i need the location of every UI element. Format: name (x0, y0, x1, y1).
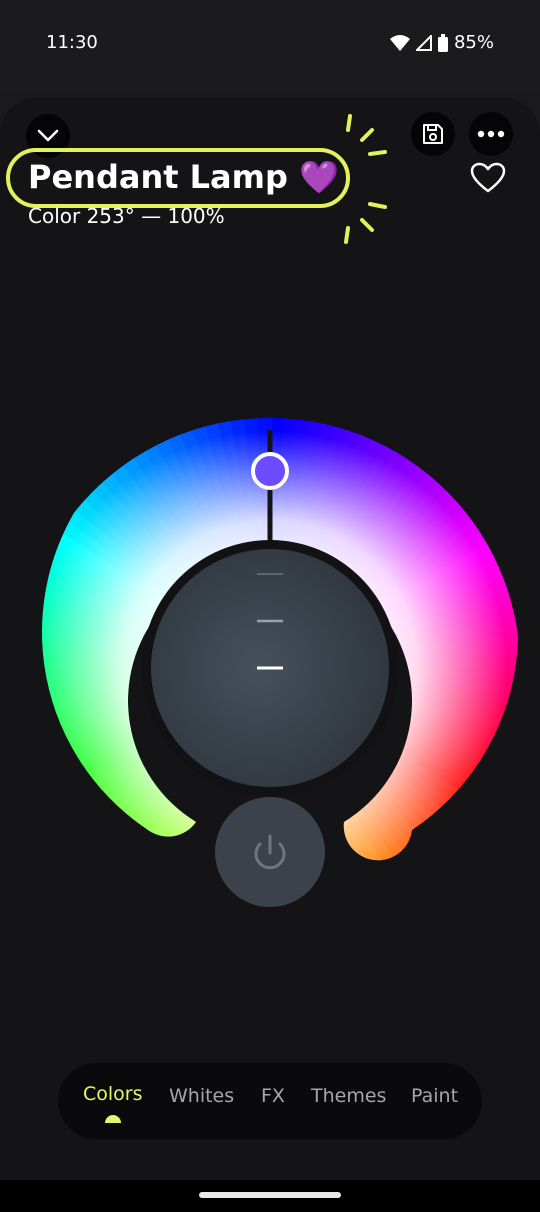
wifi-icon (389, 34, 410, 51)
heart-outline-icon (470, 162, 506, 193)
tab-colors[interactable]: Colors (83, 1083, 143, 1105)
status-time: 11:30 (46, 32, 98, 53)
tab-themes[interactable]: Themes (311, 1085, 386, 1107)
hue-selector-handle[interactable] (251, 452, 289, 490)
chevron-down-icon (37, 129, 59, 142)
battery-icon (437, 33, 448, 52)
signal-icon (415, 34, 432, 51)
color-wheel[interactable] (0, 400, 540, 920)
sparkle-lines-icon (344, 114, 387, 244)
tab-fx[interactable]: FX (261, 1085, 285, 1107)
home-gesture-pill[interactable] (199, 1192, 341, 1198)
more-horizontal-icon (477, 130, 505, 138)
more-options-button[interactable] (469, 112, 513, 156)
favorite-button[interactable] (470, 162, 506, 198)
battery-percent: 85% (453, 32, 494, 53)
page-title: Pendant Lamp 💜 (28, 158, 339, 196)
tab-whites[interactable]: Whites (169, 1085, 234, 1107)
save-icon (423, 124, 443, 144)
tab-paint[interactable]: Paint (411, 1085, 458, 1107)
mode-tab-bar: Colors Whites FX Themes Paint (58, 1063, 482, 1139)
status-bar: 11:30 85% (0, 0, 540, 90)
save-button[interactable] (411, 112, 455, 156)
active-tab-indicator (105, 1115, 121, 1123)
status-icons: 85% (389, 32, 494, 53)
color-status: Color 253° — 100% (28, 204, 225, 228)
